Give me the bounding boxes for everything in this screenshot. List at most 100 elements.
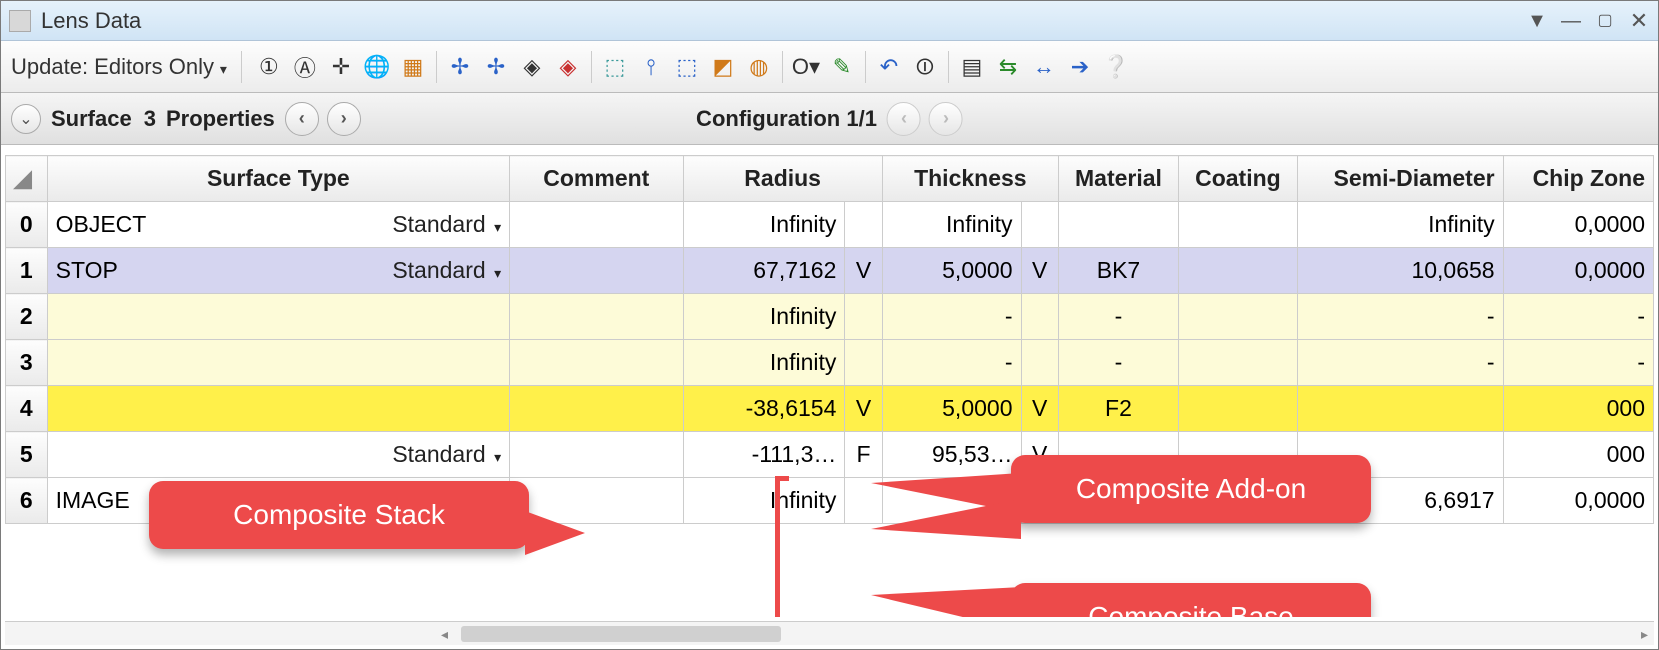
cell-chip-zone[interactable]: 0,0000 bbox=[1503, 248, 1653, 294]
cell-radius-flag[interactable]: F bbox=[845, 432, 882, 478]
cell-surface-type[interactable] bbox=[47, 340, 509, 386]
cell-radius[interactable]: Infinity bbox=[683, 294, 845, 340]
table-row[interactable]: 5Standard ▾-111,3…F95,53…V000 bbox=[6, 432, 1654, 478]
cell-material[interactable]: - bbox=[1058, 294, 1178, 340]
cell-radius[interactable]: Infinity bbox=[683, 340, 845, 386]
axis-plus-1-icon[interactable]: ✢ bbox=[443, 50, 477, 84]
cell-surface-type[interactable]: STOPStandard ▾ bbox=[47, 248, 509, 294]
highlight-icon[interactable]: ✎ bbox=[825, 50, 859, 84]
cell-surface-type[interactable]: Standard ▾ bbox=[47, 432, 509, 478]
row-number[interactable]: 2 bbox=[6, 294, 48, 340]
cell-thickness[interactable]: - bbox=[882, 340, 1021, 386]
refresh-1-icon[interactable]: ① bbox=[252, 50, 286, 84]
prev-config-button[interactable]: ‹ bbox=[887, 102, 921, 136]
row-number[interactable]: 5 bbox=[6, 432, 48, 478]
maximize-button[interactable]: ▢ bbox=[1594, 13, 1616, 29]
cell-surface-type[interactable] bbox=[47, 294, 509, 340]
cell-material[interactable] bbox=[1058, 202, 1178, 248]
cell-comment[interactable] bbox=[510, 386, 683, 432]
cell-thickness-flag[interactable] bbox=[1021, 340, 1058, 386]
cell-coating[interactable] bbox=[1179, 294, 1298, 340]
globe-icon[interactable]: 🌐 bbox=[360, 50, 394, 84]
table-row[interactable]: 0OBJECTStandard ▾InfinityInfinityInfinit… bbox=[6, 202, 1654, 248]
axis-plus-2-icon[interactable]: ✢ bbox=[479, 50, 513, 84]
cell-thickness-flag[interactable] bbox=[1021, 294, 1058, 340]
scroll-right-icon[interactable]: ▸ bbox=[1641, 626, 1648, 643]
surface-type-dropdown[interactable]: Standard ▾ bbox=[392, 211, 501, 238]
cell-coating[interactable] bbox=[1179, 386, 1298, 432]
cell-chip-zone[interactable]: 0,0000 bbox=[1503, 202, 1653, 248]
help-icon[interactable]: ❔ bbox=[1099, 50, 1133, 84]
cell-chip-zone[interactable]: 0,0000 bbox=[1503, 478, 1653, 524]
cell-radius-flag[interactable]: V bbox=[845, 248, 882, 294]
scroll-thumb[interactable] bbox=[461, 626, 781, 642]
cell-material[interactable]: F2 bbox=[1058, 386, 1178, 432]
col-thickness[interactable]: Thickness bbox=[882, 156, 1058, 202]
lens-data-table[interactable]: ◢ Surface Type Comment Radius Thickness … bbox=[5, 155, 1654, 524]
swatch-icon[interactable]: ◩ bbox=[706, 50, 740, 84]
surface-type-dropdown[interactable]: Standard ▾ bbox=[392, 257, 501, 284]
col-radius[interactable]: Radius bbox=[683, 156, 882, 202]
globe-2-icon[interactable]: ◍ bbox=[742, 50, 776, 84]
cell-surface-type[interactable] bbox=[47, 386, 509, 432]
cell-surface-type[interactable]: OBJECTStandard ▾ bbox=[47, 202, 509, 248]
cell-thickness[interactable]: 5,0000 bbox=[882, 386, 1021, 432]
cell-thickness[interactable]: Infinity bbox=[882, 202, 1021, 248]
cell-thickness-flag[interactable]: V bbox=[1021, 386, 1058, 432]
cell-radius[interactable]: -38,6154 bbox=[683, 386, 845, 432]
expand-button[interactable]: ⌄ bbox=[11, 104, 41, 134]
cell-radius-flag[interactable] bbox=[845, 294, 882, 340]
go-icon[interactable]: ➔ bbox=[1063, 50, 1097, 84]
minimize-button[interactable]: — bbox=[1560, 11, 1582, 31]
lens-1-icon[interactable]: ⬚ bbox=[598, 50, 632, 84]
surface-type-dropdown[interactable]: Standard ▾ bbox=[392, 441, 501, 468]
col-chip-zone[interactable]: Chip Zone bbox=[1503, 156, 1653, 202]
cell-radius-flag[interactable]: V bbox=[845, 386, 882, 432]
refresh-2-icon[interactable]: Ⓐ bbox=[288, 50, 322, 84]
cell-radius-flag[interactable] bbox=[845, 340, 882, 386]
cell-thickness[interactable]: - bbox=[882, 294, 1021, 340]
col-semi-diameter[interactable]: Semi-Diameter bbox=[1297, 156, 1503, 202]
update-mode-dropdown[interactable]: Update: Editors Only ▾ bbox=[11, 54, 227, 80]
scroll-left-icon[interactable]: ◂ bbox=[441, 626, 448, 643]
cell-semi-diameter[interactable]: 10,0658 bbox=[1297, 248, 1503, 294]
table-row[interactable]: 4-38,6154V5,0000VF2000 bbox=[6, 386, 1654, 432]
cell-thickness[interactable]: 5,0000 bbox=[882, 248, 1021, 294]
lens-2-icon[interactable]: ⫯ bbox=[634, 50, 668, 84]
cell-thickness-flag[interactable] bbox=[1021, 202, 1058, 248]
fit-icon[interactable]: ↔ bbox=[1027, 50, 1061, 84]
prev-surface-button[interactable]: ‹ bbox=[285, 102, 319, 136]
table-row[interactable]: 2Infinity---- bbox=[6, 294, 1654, 340]
row-number[interactable]: 6 bbox=[6, 478, 48, 524]
crosshair-icon[interactable]: ✛ bbox=[324, 50, 358, 84]
cell-material[interactable]: BK7 bbox=[1058, 248, 1178, 294]
cell-chip-zone[interactable]: - bbox=[1503, 340, 1653, 386]
cell-material[interactable]: - bbox=[1058, 340, 1178, 386]
cell-semi-diameter[interactable]: Infinity bbox=[1297, 202, 1503, 248]
row-number[interactable]: 4 bbox=[6, 386, 48, 432]
lens-3-icon[interactable]: ⬚ bbox=[670, 50, 704, 84]
cell-coating[interactable] bbox=[1179, 340, 1298, 386]
cell-chip-zone[interactable]: 000 bbox=[1503, 386, 1653, 432]
wire-add-icon[interactable]: ◈ bbox=[515, 50, 549, 84]
cell-semi-diameter[interactable]: - bbox=[1297, 340, 1503, 386]
cell-comment[interactable] bbox=[510, 432, 683, 478]
cell-comment[interactable] bbox=[510, 248, 683, 294]
col-surface-type[interactable]: Surface Type bbox=[47, 156, 509, 202]
row-number[interactable]: 1 bbox=[6, 248, 48, 294]
toggle-icon[interactable]: ⏼ bbox=[908, 50, 942, 84]
cell-thickness-flag[interactable]: V bbox=[1021, 248, 1058, 294]
cell-radius[interactable]: 67,7162 bbox=[683, 248, 845, 294]
cell-semi-diameter[interactable]: - bbox=[1297, 294, 1503, 340]
row-number[interactable]: 3 bbox=[6, 340, 48, 386]
cell-chip-zone[interactable]: 000 bbox=[1503, 432, 1653, 478]
chart-icon[interactable]: ▦ bbox=[396, 50, 430, 84]
wire-del-icon[interactable]: ◈ bbox=[551, 50, 585, 84]
table-row[interactable]: 3Infinity---- bbox=[6, 340, 1654, 386]
cell-semi-diameter[interactable] bbox=[1297, 386, 1503, 432]
horizontal-scrollbar[interactable]: ◂ ▸ bbox=[5, 621, 1654, 645]
cell-coating[interactable] bbox=[1179, 202, 1298, 248]
undo-icon[interactable]: ↶ bbox=[872, 50, 906, 84]
next-config-button[interactable]: › bbox=[929, 102, 963, 136]
cell-radius[interactable]: Infinity bbox=[683, 202, 845, 248]
